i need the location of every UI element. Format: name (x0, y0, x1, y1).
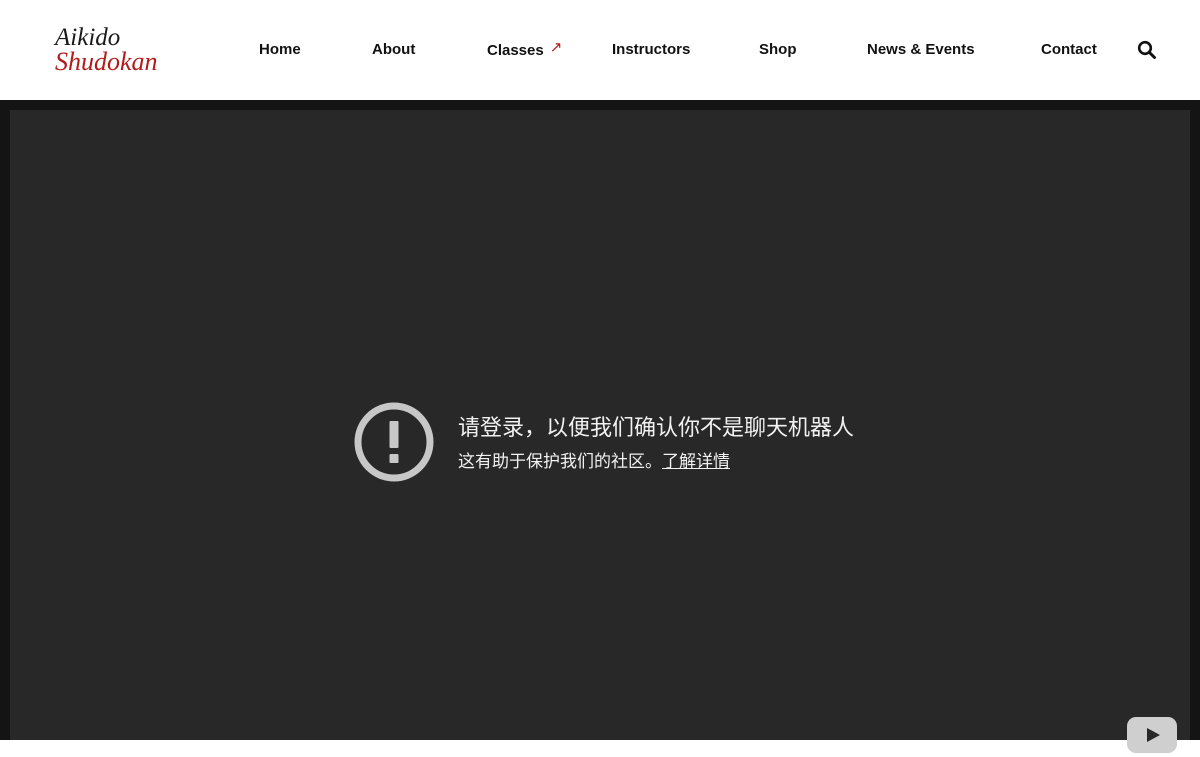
arrow-up-right-icon: ↗ (549, 39, 563, 56)
error-subtitle: 这有助于保护我们的社区。了解详情 (458, 447, 730, 472)
exclamation-circle-icon (354, 402, 434, 482)
youtube-play-icon[interactable] (1127, 717, 1177, 753)
nav-home[interactable]: Home (259, 41, 301, 58)
nav-shop[interactable]: Shop (759, 41, 797, 58)
video-section: 请登录，以便我们确认你不是聊天机器人 这有助于保护我们的社区。了解详情 (0, 100, 1200, 753)
logo-line-shudokan: Shudokan (55, 47, 158, 76)
search-icon (1137, 40, 1156, 59)
site-header: Aikido Shudokan Home About Classes ↗ Inst… (0, 0, 1200, 100)
nav-classes-label: Classes (487, 42, 544, 59)
nav-classes[interactable]: Classes ↗ (487, 39, 563, 59)
error-title: 请登录，以便我们确认你不是聊天机器人 (458, 416, 855, 441)
video-player[interactable]: 请登录，以便我们确认你不是聊天机器人 这有助于保护我们的社区。了解详情 (10, 110, 1190, 753)
search-button[interactable] (1137, 40, 1157, 60)
nav-instructors[interactable]: Instructors (612, 41, 690, 58)
nav-contact[interactable]: Contact (1041, 41, 1097, 58)
learn-more-link[interactable]: 了解详情 (662, 452, 730, 472)
nav-news-events[interactable]: News & Events (867, 41, 975, 58)
error-subtitle-text: 这有助于保护我们的社区。 (458, 452, 662, 472)
site-logo[interactable]: Aikido Shudokan (55, 25, 175, 76)
nav-about[interactable]: About (372, 41, 415, 58)
